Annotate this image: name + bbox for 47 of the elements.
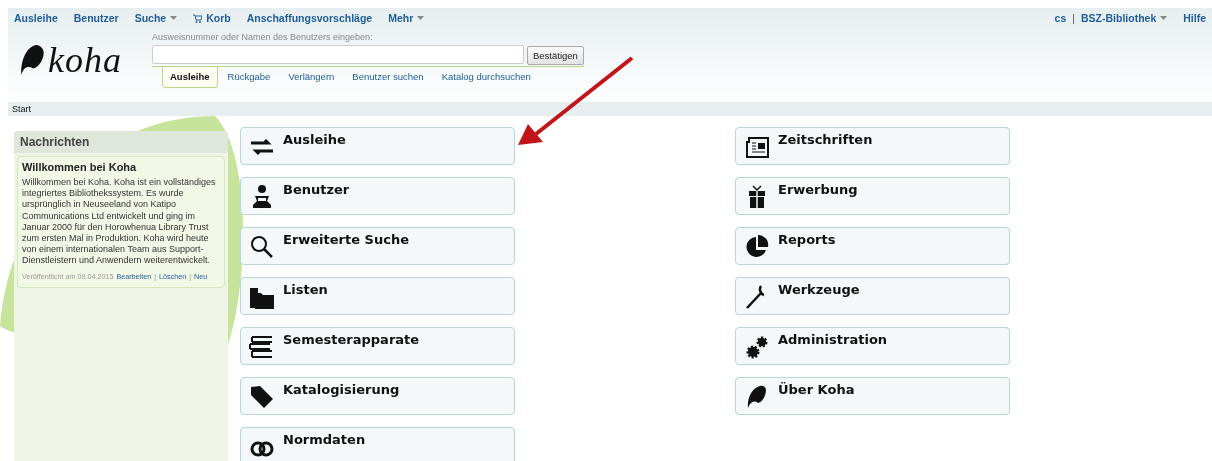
patron-search-field[interactable] [152, 45, 524, 64]
cart-link[interactable]: Korb [193, 12, 231, 24]
search-tab[interactable]: Katalog durchsuchen [433, 67, 539, 88]
newspaper-icon [744, 134, 770, 160]
nav-link[interactable]: Hilfe [1183, 12, 1206, 24]
news-heading: Nachrichten [14, 131, 228, 153]
separator-text: | [1072, 12, 1075, 24]
koha-logo-icon [18, 43, 46, 77]
nav-menu[interactable]: Mehr [388, 12, 425, 24]
module-button[interactable]: Listen [240, 277, 515, 315]
nav-link[interactable]: Anschaffungsvorschläge [246, 12, 373, 24]
search-label: Ausweisnummer oder Namen des Benutzers eingeben: [152, 32, 374, 42]
pie-chart-icon [744, 234, 770, 260]
module-button[interactable]: Reports [735, 227, 1010, 265]
tag-icon [249, 384, 275, 410]
nav-link[interactable]: Ausleihe [14, 12, 58, 24]
module-button[interactable]: Semesterapparate [240, 327, 515, 365]
module-button[interactable]: Über Koha [735, 377, 1010, 415]
caret-icon [170, 16, 178, 20]
search-tab[interactable]: Rückgabe [219, 67, 279, 88]
module-button[interactable]: Benutzer [240, 177, 515, 215]
nav-link[interactable]: Benutzer [73, 12, 119, 24]
nav-menu[interactable]: Suche [134, 12, 178, 24]
nav-menu[interactable]: BSZ-Bibliothek [1081, 12, 1168, 24]
nav-link[interactable]: cs [1054, 12, 1067, 24]
module-button[interactable]: Katalogisierung [240, 377, 515, 415]
breadcrumb-link[interactable]: Start [12, 104, 31, 114]
gears-icon [744, 334, 770, 360]
search-icon [249, 234, 275, 260]
news-title: Willkommen bei Koha [22, 161, 138, 173]
search-tab[interactable]: Benutzer suchen [344, 67, 432, 88]
module-button[interactable]: Normdaten [240, 427, 515, 461]
caret-icon [417, 16, 425, 20]
module-button[interactable]: Erwerbung [735, 177, 1010, 215]
caret-icon [1160, 16, 1168, 20]
news-text: Willkommen bei Koha. Koha ist ein vollständiges integriertes Bibliothekssystem. Es wurde ursprünglich in Neuseeland von Katipo Communications Ltd entwickelt und ging im Januar 2000 für den Horowhenua Library Trust zum ersten Mal in Produktion. Koha wird heute von einem internationalen Team aus Support-Dienstleistern und Anwendern weiterentwickelt. [22, 177, 217, 267]
books-icon [249, 334, 275, 360]
module-button[interactable]: Erweiterte Suche [240, 227, 515, 265]
module-button[interactable]: Zeitschriften [735, 127, 1010, 165]
submit-button[interactable]: Bestätigen [527, 46, 584, 65]
module-button[interactable]: Ausleihe [240, 127, 515, 165]
search-tab[interactable]: Ausleihe [162, 67, 218, 88]
search-tab[interactable]: Verlängern [280, 67, 343, 88]
module-button[interactable]: Administration [735, 327, 1010, 365]
logo-text: koha [48, 42, 122, 78]
cart-icon [193, 13, 203, 23]
module-button[interactable]: Werkzeuge [735, 277, 1010, 315]
